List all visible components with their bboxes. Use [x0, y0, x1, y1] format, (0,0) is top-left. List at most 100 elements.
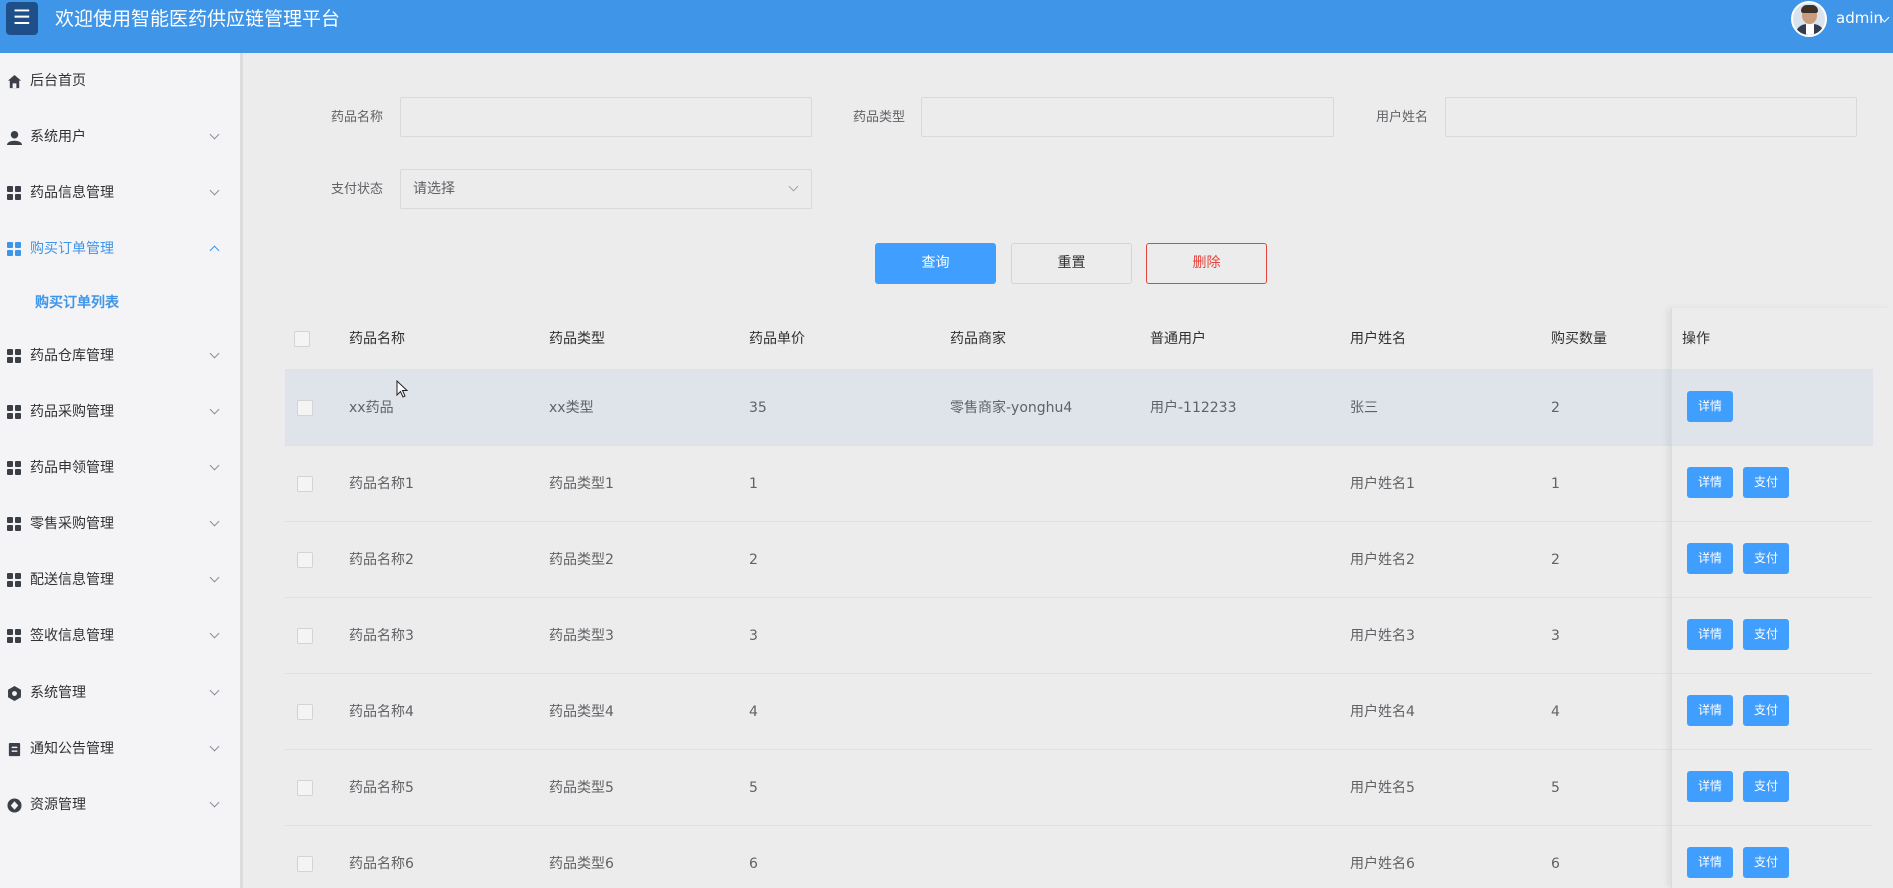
pay-button[interactable]: 支付	[1743, 467, 1789, 498]
sidebar-item-label: 购买订单管理	[30, 241, 114, 257]
row-checkbox[interactable]	[297, 856, 313, 872]
pay-button[interactable]: 支付	[1743, 543, 1789, 574]
sidebar-subitem-order-list[interactable]: 购买订单列表	[0, 283, 240, 323]
row-checkbox[interactable]	[297, 780, 313, 796]
pay-status-select[interactable]: 请选择	[400, 169, 812, 209]
cell-price: 1	[749, 476, 758, 492]
table-row[interactable]: 药品名称6 药品类型6 6 用户姓名6 6	[285, 826, 1873, 888]
sidebar-item-label: 零售采购管理	[30, 516, 114, 532]
cell-drug-type: 药品类型6	[549, 856, 614, 872]
cell-drug-name: 药品名称1	[349, 476, 414, 492]
cell-price: 6	[749, 856, 758, 872]
mouse-cursor-icon	[396, 380, 408, 398]
cell-price: 4	[749, 704, 758, 720]
cell-drug-name: xx药品	[349, 400, 394, 416]
operations-column: 详情 详情 支付 详情 支付 详情 支付 详情 支付 详情 支付 详情 支付	[1671, 308, 1893, 888]
app-title: 欢迎使用智能医药供应链管理平台	[55, 8, 341, 30]
menu-toggle-icon[interactable]: ☰	[6, 2, 38, 35]
avatar[interactable]	[1791, 1, 1827, 37]
table-row[interactable]: 药品名称5 药品类型5 5 用户姓名5 5	[285, 750, 1873, 826]
pay-button[interactable]: 支付	[1743, 695, 1789, 726]
grid-icon	[7, 186, 22, 201]
user-menu[interactable]: admin	[1836, 8, 1883, 28]
chevron-down-icon	[209, 460, 220, 471]
sidebar-item-procurement[interactable]: 药品采购管理	[0, 392, 240, 432]
notice-icon	[8, 742, 21, 757]
sidebar-item-notices[interactable]: 通知公告管理	[0, 729, 240, 769]
row-checkbox[interactable]	[297, 552, 313, 568]
table-row[interactable]: 药品名称4 药品类型4 4 用户姓名4 4	[285, 674, 1873, 750]
select-all-checkbox[interactable]	[294, 331, 310, 347]
cell-drug-name: 药品名称6	[349, 856, 414, 872]
table-row[interactable]: xx药品 xx类型 35 零售商家-yonghu4 用户-112233 张三 2	[285, 370, 1873, 446]
drug-name-label: 药品名称	[331, 110, 384, 125]
column-header: 药品名称	[349, 331, 405, 347]
drug-name-input[interactable]	[400, 97, 812, 137]
pay-button[interactable]: 支付	[1743, 771, 1789, 802]
table-row[interactable]: 药品名称1 药品类型1 1 用户姓名1 1	[285, 446, 1873, 522]
row-checkbox[interactable]	[297, 476, 313, 492]
cell-qty: 6	[1551, 856, 1560, 872]
sidebar-item-label: 通知公告管理	[30, 741, 114, 757]
table-row[interactable]: 药品名称2 药品类型2 2 用户姓名2 2	[285, 522, 1873, 598]
row-checkbox[interactable]	[297, 628, 313, 644]
user-name-label: 用户姓名	[1376, 110, 1429, 125]
detail-button[interactable]: 详情	[1687, 771, 1733, 802]
pay-button[interactable]: 支付	[1743, 847, 1789, 878]
drug-type-label: 药品类型	[853, 110, 906, 125]
table-row[interactable]: 药品名称3 药品类型3 3 用户姓名3 3	[285, 598, 1873, 674]
cell-qty: 3	[1551, 628, 1560, 644]
chevron-down-icon	[209, 185, 220, 196]
chevron-down-icon	[209, 404, 220, 415]
cell-drug-name: 药品名称4	[349, 704, 414, 720]
sidebar-item-drug-info[interactable]: 药品信息管理	[0, 173, 240, 213]
user-name-input[interactable]	[1445, 97, 1857, 137]
delete-button[interactable]: 删除	[1146, 243, 1267, 284]
sidebar-item-label: 药品仓库管理	[30, 348, 114, 364]
sidebar-item-system-users[interactable]: 系统用户	[0, 117, 240, 157]
cell-drug-type: 药品类型1	[549, 476, 614, 492]
avatar-shirt	[1806, 24, 1814, 35]
detail-button[interactable]: 详情	[1687, 619, 1733, 650]
grid-icon	[7, 461, 22, 476]
home-icon	[7, 74, 22, 89]
sidebar-item-resources[interactable]: 资源管理	[0, 785, 240, 825]
user-icon	[7, 130, 22, 145]
orders-table: 药品名称 药品类型 药品单价 药品商家 普通用户 用户姓名 购买数量 操作 xx…	[285, 308, 1893, 888]
chevron-down-icon	[209, 348, 220, 359]
cell-qty: 5	[1551, 780, 1560, 796]
sidebar-item-label: 配送信息管理	[30, 572, 114, 588]
grid-icon	[7, 517, 22, 532]
reset-button[interactable]: 重置	[1011, 243, 1132, 284]
cell-price: 2	[749, 552, 758, 568]
cell-drug-type: 药品类型2	[549, 552, 614, 568]
sidebar-item-receipt[interactable]: 签收信息管理	[0, 616, 240, 656]
sidebar-item-delivery[interactable]: 配送信息管理	[0, 560, 240, 600]
sidebar-item-purchase-orders[interactable]: 购买订单管理	[0, 229, 240, 269]
cell-price: 3	[749, 628, 758, 644]
cell-price: 5	[749, 780, 758, 796]
chevron-down-icon	[209, 685, 220, 696]
sidebar-item-label: 系统管理	[30, 685, 86, 701]
sidebar-item-retail[interactable]: 零售采购管理	[0, 504, 240, 544]
detail-button[interactable]: 详情	[1687, 391, 1733, 422]
row-checkbox[interactable]	[297, 704, 313, 720]
cell-drug-name: 药品名称5	[349, 780, 414, 796]
detail-button[interactable]: 详情	[1687, 543, 1733, 574]
sidebar-item-system-settings[interactable]: 系统管理	[0, 673, 240, 713]
sidebar-item-home[interactable]: 后台首页	[0, 61, 240, 101]
row-checkbox[interactable]	[297, 400, 313, 416]
gear-icon	[8, 686, 21, 701]
cell-username: 张三	[1350, 400, 1378, 416]
detail-button[interactable]: 详情	[1687, 847, 1733, 878]
query-button[interactable]: 查询	[875, 243, 996, 284]
detail-button[interactable]: 详情	[1687, 695, 1733, 726]
chevron-down-icon	[209, 516, 220, 527]
sidebar-item-requisition[interactable]: 药品申领管理	[0, 448, 240, 488]
sidebar-item-warehouse[interactable]: 药品仓库管理	[0, 336, 240, 376]
pay-button[interactable]: 支付	[1743, 619, 1789, 650]
detail-button[interactable]: 详情	[1687, 467, 1733, 498]
drug-type-input[interactable]	[921, 97, 1334, 137]
cell-drug-name: 药品名称2	[349, 552, 414, 568]
column-header: 用户姓名	[1350, 331, 1406, 347]
